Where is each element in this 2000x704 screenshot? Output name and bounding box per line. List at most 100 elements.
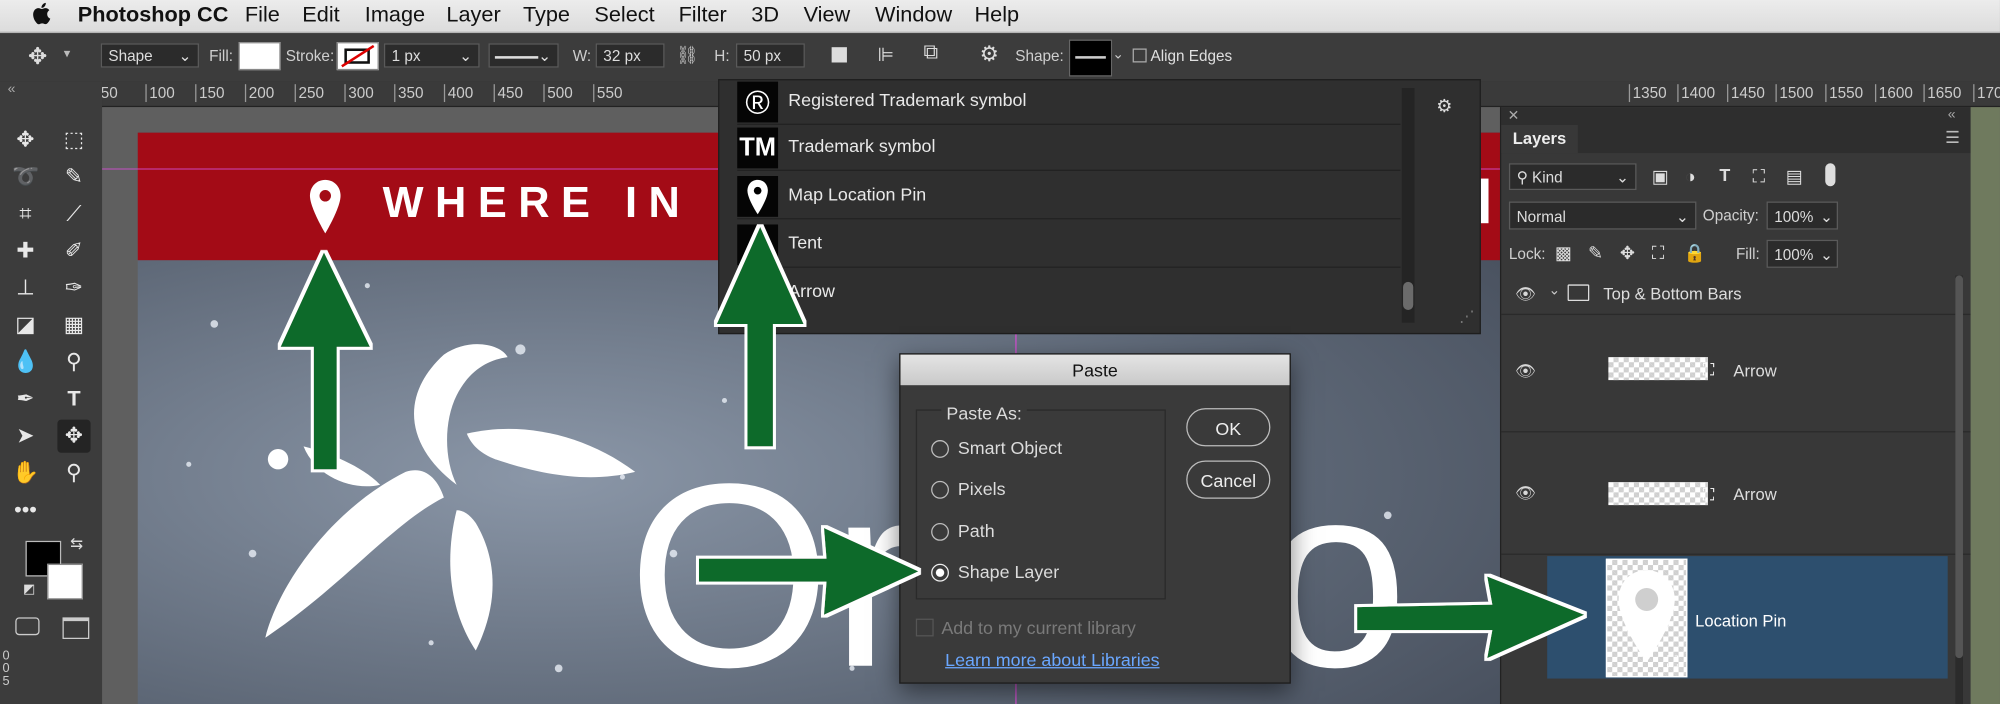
healing-brush-tool-icon[interactable]: ✚ <box>9 235 42 268</box>
height-input[interactable]: 50 px <box>735 43 805 68</box>
pixel-filter-icon[interactable]: ▣ <box>1652 166 1669 188</box>
brush-tool-icon[interactable]: ✐ <box>57 235 90 268</box>
collapse-icon[interactable]: « <box>1948 107 1956 122</box>
layer-group-row[interactable]: 👁 ⌄ Top & Bottom Bars <box>1501 276 1971 316</box>
path-operations-icon[interactable] <box>831 47 847 63</box>
smart-object-radio[interactable] <box>931 440 949 458</box>
adjustment-filter-icon[interactable]: ◑ <box>1685 166 1696 186</box>
quick-mask-icon[interactable] <box>15 617 40 636</box>
menu-layer[interactable]: Layer <box>446 3 500 29</box>
lasso-tool-icon[interactable]: ➰ <box>9 161 42 194</box>
filter-kind-select[interactable]: ⚲ Kind ⌄ <box>1508 163 1637 191</box>
layer-row-selected[interactable]: ⛶ Location Pin <box>1547 556 1948 679</box>
blend-mode-select[interactable]: Normal ⌄ <box>1508 201 1697 230</box>
panel-menu-icon[interactable]: ☰ <box>1945 128 1960 148</box>
default-colors-icon[interactable]: ◩ <box>23 583 35 597</box>
stroke-width-select[interactable]: 1 px ⌄ <box>383 43 480 68</box>
shape-item[interactable]: Arrow <box>737 269 1400 315</box>
custom-shape-tool-icon[interactable]: ✥ <box>57 419 91 453</box>
menu-view[interactable]: View <box>804 3 851 29</box>
menu-help[interactable]: Help <box>974 3 1019 29</box>
opacity-input[interactable]: 100% ⌄ <box>1766 201 1838 230</box>
cancel-button[interactable]: Cancel <box>1186 460 1271 499</box>
type-tool-icon[interactable]: T <box>57 383 90 416</box>
shape-item[interactable]: TM Trademark symbol <box>737 124 1401 171</box>
quick-selection-tool-icon[interactable]: ✎ <box>57 161 90 194</box>
pen-tool-icon[interactable]: ✒ <box>9 383 42 416</box>
shape-item[interactable]: Tent <box>737 221 1401 268</box>
close-icon[interactable]: ✕ <box>1508 107 1520 123</box>
gradient-tool-icon[interactable]: ▦ <box>57 309 90 342</box>
swap-colors-icon[interactable]: ⇆ <box>70 534 83 552</box>
menu-window[interactable]: Window <box>875 3 952 29</box>
path-radio[interactable] <box>931 522 949 541</box>
eye-icon[interactable]: 👁 <box>1515 361 1536 381</box>
clone-stamp-tool-icon[interactable]: ⊥ <box>9 272 42 305</box>
type-filter-icon[interactable]: T <box>1719 165 1730 185</box>
ok-button[interactable]: OK <box>1186 408 1271 447</box>
tool-mode-select[interactable]: Shape ⌄ <box>100 43 199 68</box>
eyedropper-tool-icon[interactable]: ⟋ <box>57 198 90 231</box>
hand-tool-icon[interactable]: ✋ <box>9 457 42 490</box>
layer-row[interactable]: 👁 ⛶ Arrow <box>1501 431 1971 555</box>
fill-swatch[interactable] <box>238 42 281 71</box>
menu-filter[interactable]: Filter <box>679 3 727 29</box>
layers-scrollbar[interactable] <box>1955 275 1963 659</box>
shape-item[interactable]: ® Registered Trademark symbol <box>737 78 1401 125</box>
fill-input[interactable]: 100% ⌄ <box>1766 239 1838 268</box>
lock-all-icon[interactable]: 🔒 <box>1684 242 1706 264</box>
menu-image[interactable]: Image <box>365 3 425 29</box>
chevron-down-icon[interactable]: ▾ <box>64 47 70 61</box>
resize-handle-icon[interactable]: ⋰ <box>1459 307 1474 325</box>
filter-toggle[interactable] <box>1825 163 1836 187</box>
lock-position-icon[interactable]: ✥ <box>1620 242 1635 264</box>
custom-shape-tool-icon[interactable]: ✥ <box>28 43 47 70</box>
menu-app-name[interactable]: Photoshop CC <box>78 3 229 29</box>
layer-row[interactable]: 👁 ⛶ Arrow <box>1501 314 1971 433</box>
shape-item[interactable]: Map Location Pin <box>737 172 1401 220</box>
collapse-icon[interactable]: « <box>8 82 16 97</box>
shape-layer-radio[interactable] <box>931 563 949 582</box>
chevron-down-icon[interactable]: ⌄ <box>1112 46 1124 62</box>
screen-mode-icon[interactable] <box>62 617 90 640</box>
more-tools-icon[interactable]: ••• <box>9 494 42 527</box>
eye-icon[interactable]: 👁 <box>1515 483 1536 503</box>
menu-3d[interactable]: 3D <box>751 3 779 29</box>
lock-pixels-icon[interactable]: ✎ <box>1588 242 1603 264</box>
crop-tool-icon[interactable]: ⌗ <box>9 198 42 231</box>
eraser-tool-icon[interactable]: ◪ <box>9 309 42 342</box>
stroke-swatch[interactable] <box>336 42 379 71</box>
align-edges-checkbox[interactable] <box>1132 48 1147 63</box>
lock-artboard-icon[interactable]: ⛶ <box>1652 242 1665 264</box>
menu-file[interactable]: File <box>245 3 280 29</box>
learn-more-link[interactable]: Learn more about Libraries <box>945 649 1159 669</box>
history-brush-tool-icon[interactable]: ✑ <box>57 272 90 305</box>
stroke-type-select[interactable]: ⌄ <box>488 43 559 68</box>
width-input[interactable]: 32 px <box>595 43 665 68</box>
library-checkbox[interactable] <box>915 618 934 637</box>
shape-picker[interactable] <box>1068 39 1113 77</box>
path-alignment-icon[interactable]: ⊫ <box>878 43 895 67</box>
menu-edit[interactable]: Edit <box>302 3 339 29</box>
menu-select[interactable]: Select <box>594 3 654 29</box>
shape-list-scrollbar[interactable] <box>1403 281 1414 310</box>
pixels-radio[interactable] <box>931 480 949 499</box>
background-color-swatch[interactable] <box>47 563 83 600</box>
lock-transparent-icon[interactable]: ▩ <box>1555 242 1572 264</box>
shape-filter-icon[interactable]: ⛶ <box>1753 166 1766 188</box>
marquee-tool-icon[interactable]: ⬚ <box>57 124 90 157</box>
gear-icon[interactable]: ⚙ <box>1436 96 1452 118</box>
dodge-tool-icon[interactable]: ⚲ <box>57 346 90 379</box>
gear-icon[interactable]: ⚙ <box>980 42 999 68</box>
smart-object-filter-icon[interactable]: ▤ <box>1786 166 1803 188</box>
chevron-down-icon[interactable]: ⌄ <box>1548 282 1560 298</box>
zoom-tool-icon[interactable]: ⚲ <box>57 457 90 490</box>
path-arrangement-icon[interactable]: ⧉ <box>923 42 938 65</box>
move-tool-icon[interactable]: ✥ <box>9 124 42 157</box>
menu-type[interactable]: Type <box>523 3 570 29</box>
path-selection-tool-icon[interactable]: ➤ <box>9 420 42 453</box>
link-icon[interactable]: ⛓ <box>676 45 699 67</box>
apple-icon[interactable] <box>31 1 51 32</box>
blur-tool-icon[interactable]: 💧 <box>9 346 42 379</box>
eye-icon[interactable]: 👁 <box>1515 284 1536 304</box>
